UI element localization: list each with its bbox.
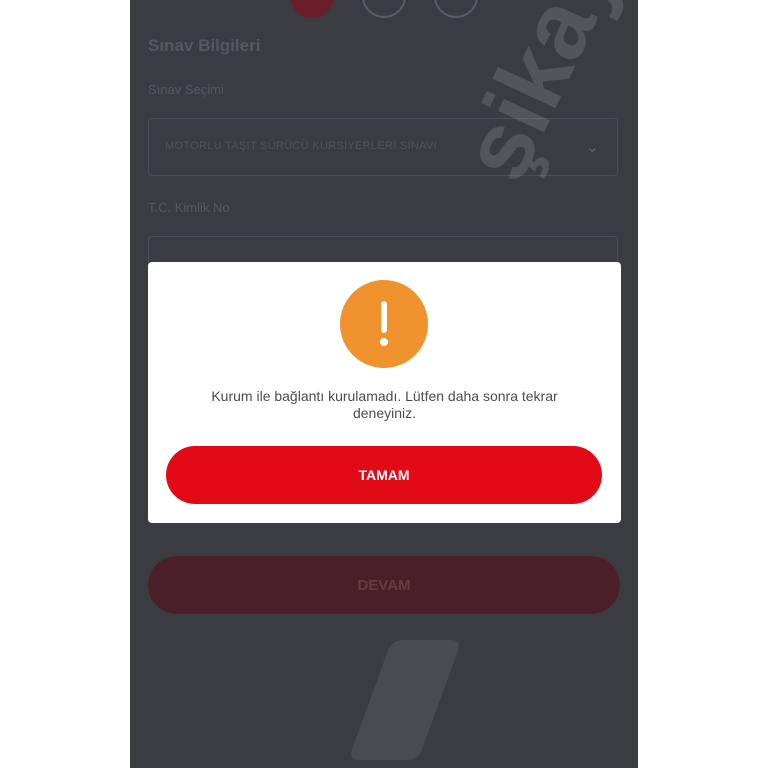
step-2-dot <box>362 0 406 18</box>
step-indicator <box>290 0 478 18</box>
step-1-dot <box>290 0 334 18</box>
continue-button[interactable]: DEVAM <box>148 556 620 614</box>
chevron-down-icon: ⌄ <box>585 139 599 156</box>
error-dialog: Kurum ile bağlantı kurulamadı. Lütfen da… <box>148 262 621 523</box>
exam-select[interactable]: MOTORLU TAŞIT SÜRÜCÜ KURSİYERLERİ SINAVI… <box>148 118 618 176</box>
id-number-label: T.C. Kimlik No <box>148 200 230 215</box>
section-title: Sınav Bilgileri <box>148 36 261 55</box>
watermark-logo <box>348 640 462 760</box>
exam-select-label: Sınav Seçimi <box>148 82 224 97</box>
error-message: Kurum ile bağlantı kurulamadı. Lütfen da… <box>211 388 558 421</box>
ok-button[interactable]: TAMAM <box>166 446 602 504</box>
exam-select-value: MOTORLU TAŞIT SÜRÜCÜ KURSİYERLERİ SINAVI <box>165 140 437 152</box>
warning-icon <box>340 280 428 368</box>
step-3-dot <box>434 0 478 18</box>
